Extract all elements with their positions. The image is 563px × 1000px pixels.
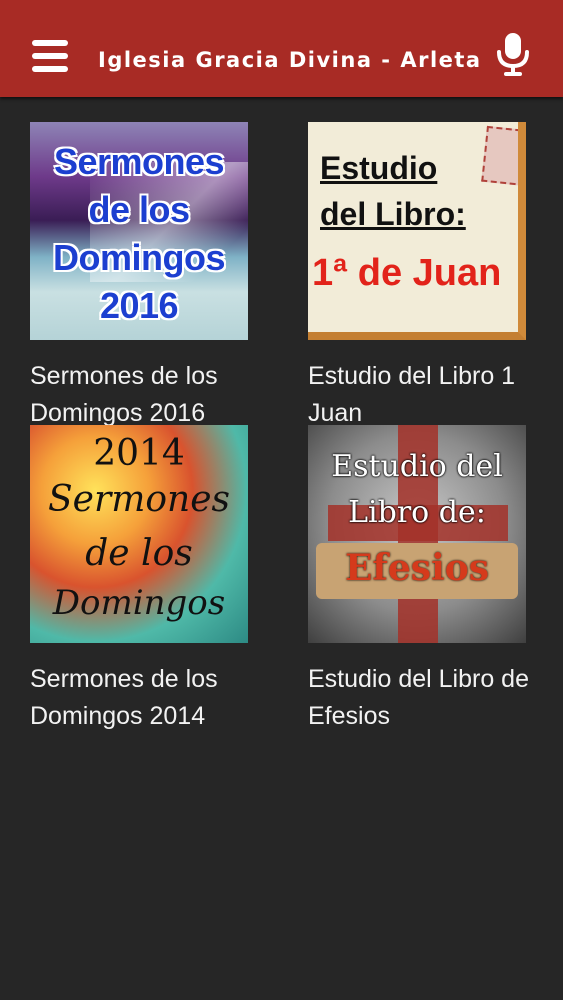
series-card-1-juan[interactable]: Estudio del Libro: 1ª de Juan Estudio de… bbox=[308, 122, 528, 432]
microphone-button[interactable] bbox=[496, 32, 530, 78]
thumb-line: del Libro: bbox=[320, 196, 466, 232]
thumb-line: Estudio bbox=[320, 150, 438, 186]
menu-button[interactable] bbox=[30, 40, 70, 74]
series-card-sermones-2014[interactable]: 2014 Sermones de los Domingos Sermones d… bbox=[30, 425, 250, 735]
postage-stamp-decoration bbox=[481, 125, 518, 187]
microphone-icon bbox=[497, 33, 529, 76]
series-thumbnail[interactable]: Sermones de los Domingos 2016 bbox=[30, 122, 248, 340]
thumb-line: Efesios bbox=[344, 547, 490, 589]
series-thumbnail[interactable]: 2014 Sermones de los Domingos bbox=[30, 425, 248, 643]
series-thumbnail[interactable]: Estudio del Libro: 1ª de Juan bbox=[308, 122, 526, 340]
series-card-sermones-2016[interactable]: Sermones de los Domingos 2016 Sermones d… bbox=[30, 122, 250, 432]
thumb-line: Estudio del bbox=[331, 449, 503, 484]
thumb-line: 2016 bbox=[99, 285, 179, 326]
thumb-line: 2014 bbox=[93, 433, 185, 474]
thumb-line: Libro de: bbox=[348, 495, 486, 530]
series-title[interactable]: Estudio del Libro de Efesios bbox=[308, 661, 548, 735]
thumbnail-text: Sermones de los Domingos 2016 bbox=[30, 138, 248, 330]
series-title[interactable]: Estudio del Libro 1 Juan bbox=[308, 358, 548, 432]
thumb-line: Sermones bbox=[48, 479, 230, 520]
app-title: Iglesia Gracia Divina - Arleta bbox=[98, 48, 482, 72]
menu-icon-bar bbox=[32, 66, 68, 72]
thumb-line: Sermones bbox=[53, 141, 225, 182]
thumb-line: 1ª de Juan bbox=[312, 252, 502, 294]
series-card-efesios[interactable]: Estudio del Libro de: Efesios Estudio de… bbox=[308, 425, 529, 735]
menu-icon-bar bbox=[32, 40, 68, 46]
app-header: Iglesia Gracia Divina - Arleta bbox=[0, 0, 563, 97]
series-title[interactable]: Sermones de los Domingos 2016 bbox=[30, 358, 270, 432]
thumb-line: Domingos bbox=[52, 583, 226, 623]
thumb-line: Domingos bbox=[53, 237, 226, 278]
thumb-line: de los bbox=[88, 189, 190, 230]
series-title[interactable]: Sermones de los Domingos 2014 bbox=[30, 661, 270, 735]
menu-icon-bar bbox=[32, 53, 68, 59]
series-thumbnail[interactable]: Estudio del Libro de: Efesios bbox=[308, 425, 526, 643]
thumb-line: de los bbox=[85, 533, 193, 574]
